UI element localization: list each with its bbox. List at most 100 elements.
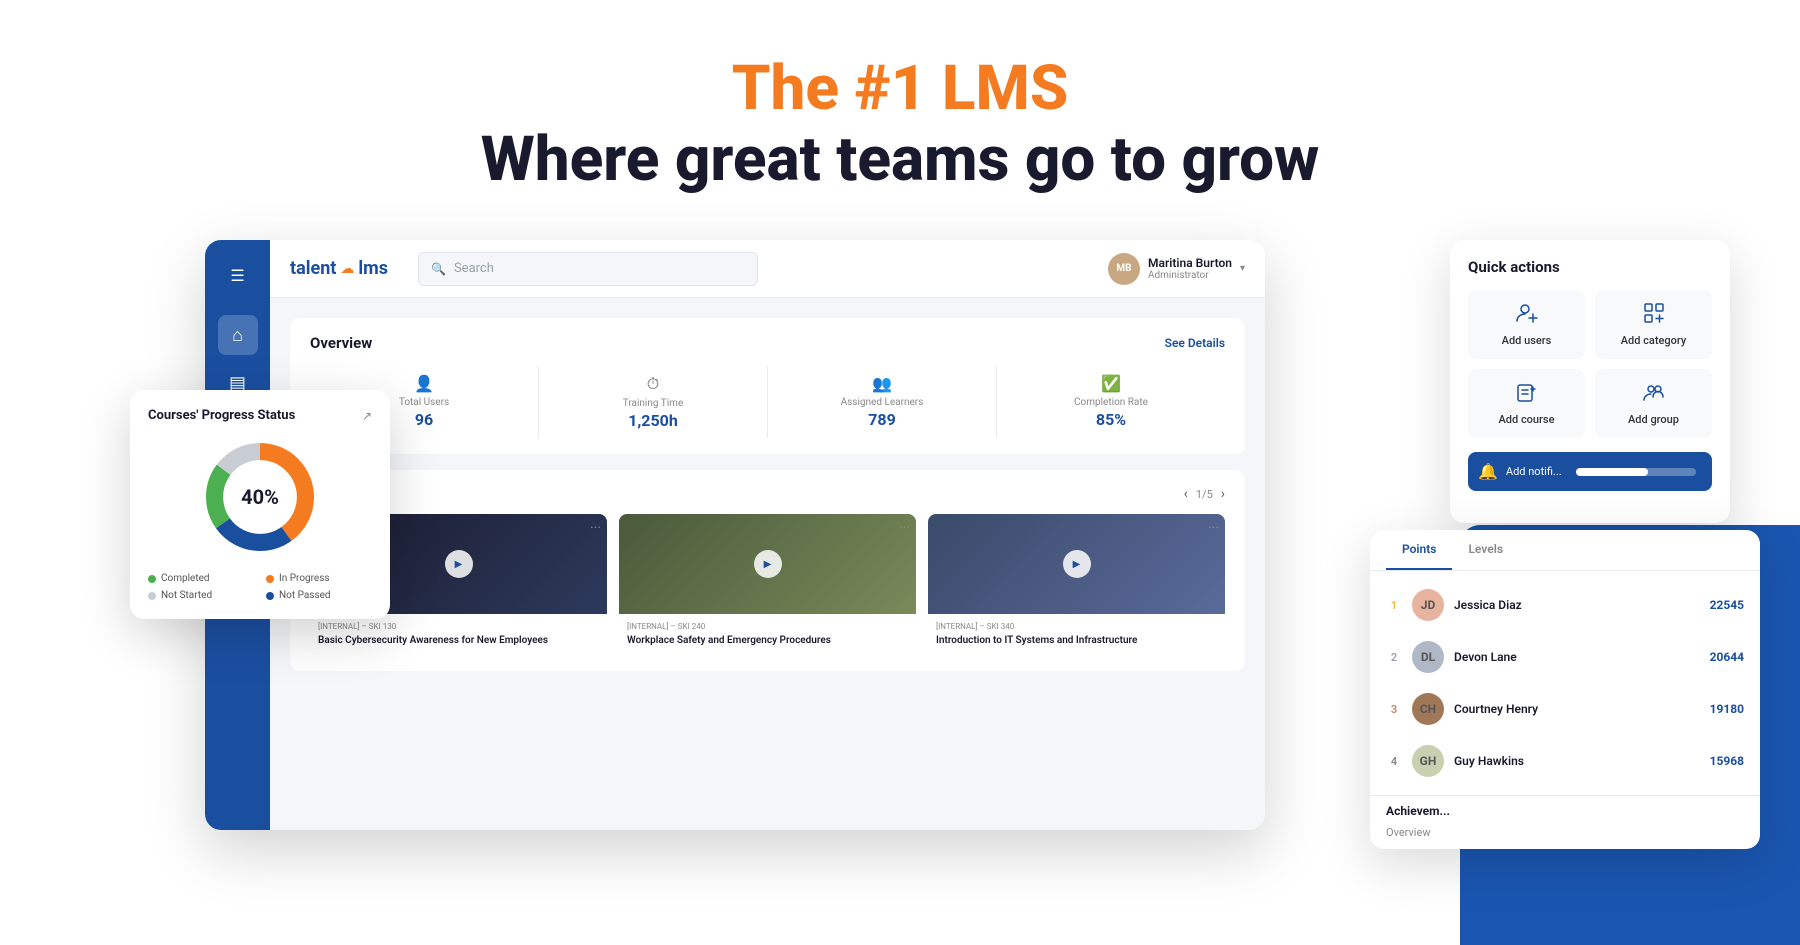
course-tag-1: [INTERNAL] – SKI 130 — [318, 622, 599, 631]
add-users-button[interactable]: Add users — [1468, 290, 1585, 359]
legend-label-inprogress: In Progress — [279, 573, 330, 584]
overview-header: Overview See Details — [310, 334, 1225, 352]
stat-learners-icon: 👥 — [872, 374, 892, 393]
legend-dot-notpassed — [266, 592, 274, 600]
stat-learners-value: 789 — [868, 410, 896, 429]
course-more-menu-1[interactable]: ··· — [590, 520, 601, 536]
prev-page-button[interactable]: ‹ — [1184, 486, 1188, 502]
lb-rank-1: 1 — [1386, 599, 1402, 612]
stat-completion-label: Completion Rate — [1074, 397, 1148, 408]
logo-lms: lms — [358, 258, 388, 279]
overview-title: Overview — [310, 334, 372, 352]
course-info-3: [INTERNAL] – SKI 340 Introduction to IT … — [928, 614, 1225, 655]
logo-cloud-icon: ☁ — [340, 261, 354, 277]
course-card-3[interactable]: ▶ ··· [INTERNAL] – SKI 340 Introduction … — [928, 514, 1225, 655]
lb-rank-2: 2 — [1386, 651, 1402, 664]
legend: Completed In Progress Not Started Not Pa… — [148, 573, 372, 601]
play-button-3[interactable]: ▶ — [1063, 550, 1091, 578]
course-thumb-3: ▶ — [928, 514, 1225, 614]
lb-name-3: Courtney Henry — [1454, 702, 1700, 716]
add-group-label: Add group — [1628, 413, 1679, 426]
course-info-2: [INTERNAL] – SKI 240 Workplace Safety an… — [619, 614, 916, 655]
add-group-button[interactable]: Add group — [1595, 369, 1712, 438]
sidebar-home-icon[interactable]: ⌂ — [218, 315, 258, 355]
legend-notstarted: Not Started — [148, 590, 254, 601]
lb-row-3: 3 CH Courtney Henry 19180 — [1370, 683, 1760, 735]
user-role: Administrator — [1148, 270, 1232, 281]
logo-talent: talent — [290, 258, 336, 279]
course-tag-2: [INTERNAL] – SKI 240 — [627, 622, 908, 631]
lb-rank-4: 4 — [1386, 755, 1402, 768]
course-tag-3: [INTERNAL] – SKI 340 — [936, 622, 1217, 631]
avatar-initials: MB — [1116, 263, 1131, 274]
hero-line1: The #1 LMS — [0, 55, 1800, 123]
see-details-link[interactable]: See Details — [1165, 336, 1225, 350]
page-indicator: 1/5 — [1196, 488, 1213, 501]
add-group-icon — [1643, 381, 1665, 408]
user-name: Maritina Burton — [1148, 256, 1232, 270]
notification-icon: 🔔 — [1478, 462, 1498, 481]
progress-card: Courses' Progress Status ↗ 40% — [130, 390, 390, 619]
donut-chart: 40% — [200, 437, 320, 557]
notification-row[interactable]: 🔔 Add notifi... — [1468, 452, 1712, 491]
legend-inprogress: In Progress — [266, 573, 372, 584]
course-name-3: Introduction to IT Systems and Infrastru… — [936, 634, 1217, 647]
add-category-label: Add category — [1621, 334, 1687, 347]
qa-grid: Add users Add category — [1468, 290, 1712, 438]
stat-completion-value: 85% — [1096, 410, 1126, 429]
quick-actions-title: Quick actions — [1468, 258, 1712, 276]
course-more-menu-3[interactable]: ··· — [1208, 520, 1219, 536]
course-info-1: [INTERNAL] – SKI 130 Basic Cybersecurity… — [310, 614, 607, 655]
donut-container: 40% — [148, 437, 372, 557]
tab-points[interactable]: Points — [1386, 530, 1452, 570]
stat-completion-icon: ✅ — [1101, 374, 1121, 393]
search-placeholder: Search — [454, 261, 494, 276]
stat-time-value: 1,250h — [628, 411, 678, 430]
sidebar-menu-icon[interactable]: ☰ — [218, 255, 258, 295]
stat-training-time: ⏱ Training Time 1,250h — [539, 366, 768, 438]
lb-avatar-3: CH — [1412, 693, 1444, 725]
lb-rank-3: 3 — [1386, 703, 1402, 716]
legend-dot-completed — [148, 575, 156, 583]
legend-dot-notstarted — [148, 592, 156, 600]
progress-card-header: Courses' Progress Status ↗ — [148, 408, 372, 423]
add-course-button[interactable]: Add course — [1468, 369, 1585, 438]
avatar: MB — [1108, 253, 1140, 285]
course-card-2[interactable]: ▶ ··· [INTERNAL] – SKI 240 Workplace Saf… — [619, 514, 916, 655]
lb-name-4: Guy Hawkins — [1454, 754, 1700, 768]
add-course-label: Add course — [1499, 413, 1555, 426]
tab-levels[interactable]: Levels — [1452, 530, 1519, 570]
logo: talent ☁ lms — [290, 258, 388, 279]
activity-section: e Activity ↗ ‹ 1/5 › ▶ ··· [INTERNAL] – … — [290, 470, 1245, 671]
activity-header: e Activity ↗ ‹ 1/5 › — [310, 486, 1225, 502]
pagination: ‹ 1/5 › — [1184, 486, 1225, 502]
add-users-icon — [1516, 302, 1538, 329]
add-category-button[interactable]: Add category — [1595, 290, 1712, 359]
lb-row-1: 1 JD Jessica Diaz 22545 — [1370, 579, 1760, 631]
lb-points-3: 19180 — [1710, 702, 1744, 716]
play-button-2[interactable]: ▶ — [754, 550, 782, 578]
quick-actions-panel: Quick actions Add users — [1450, 240, 1730, 523]
course-more-menu-2[interactable]: ··· — [899, 520, 910, 536]
search-icon: 🔍 — [431, 262, 446, 276]
stat-time-label: Training Time — [623, 398, 684, 409]
progress-external-link-icon[interactable]: ↗ — [362, 409, 372, 423]
topbar: talent ☁ lms 🔍 Search MB Maritina Burton… — [270, 240, 1265, 298]
lb-row-2: 2 DL Devon Lane 20644 — [1370, 631, 1760, 683]
search-bar[interactable]: 🔍 Search — [418, 252, 758, 286]
play-button-1[interactable]: ▶ — [445, 550, 473, 578]
add-course-icon — [1516, 381, 1538, 408]
main-content: Overview See Details 👤 Total Users 96 ⏱ … — [270, 298, 1265, 830]
user-info: Maritina Burton Administrator — [1148, 256, 1232, 281]
stat-users-value: 96 — [415, 410, 433, 429]
hero-line2: Where great teams go to grow — [0, 123, 1800, 197]
lb-row-4: 4 GH Guy Hawkins 15968 — [1370, 735, 1760, 787]
achievements-label: Achievem... — [1370, 795, 1760, 826]
notification-text: Add notifi... — [1506, 465, 1562, 478]
lb-points-4: 15968 — [1710, 754, 1744, 768]
leaderboard-tabs: Points Levels — [1370, 530, 1760, 571]
course-name-1: Basic Cybersecurity Awareness for New Em… — [318, 634, 599, 647]
stat-completion: ✅ Completion Rate 85% — [997, 366, 1225, 438]
next-page-button[interactable]: › — [1221, 486, 1225, 502]
lb-name-2: Devon Lane — [1454, 650, 1700, 664]
